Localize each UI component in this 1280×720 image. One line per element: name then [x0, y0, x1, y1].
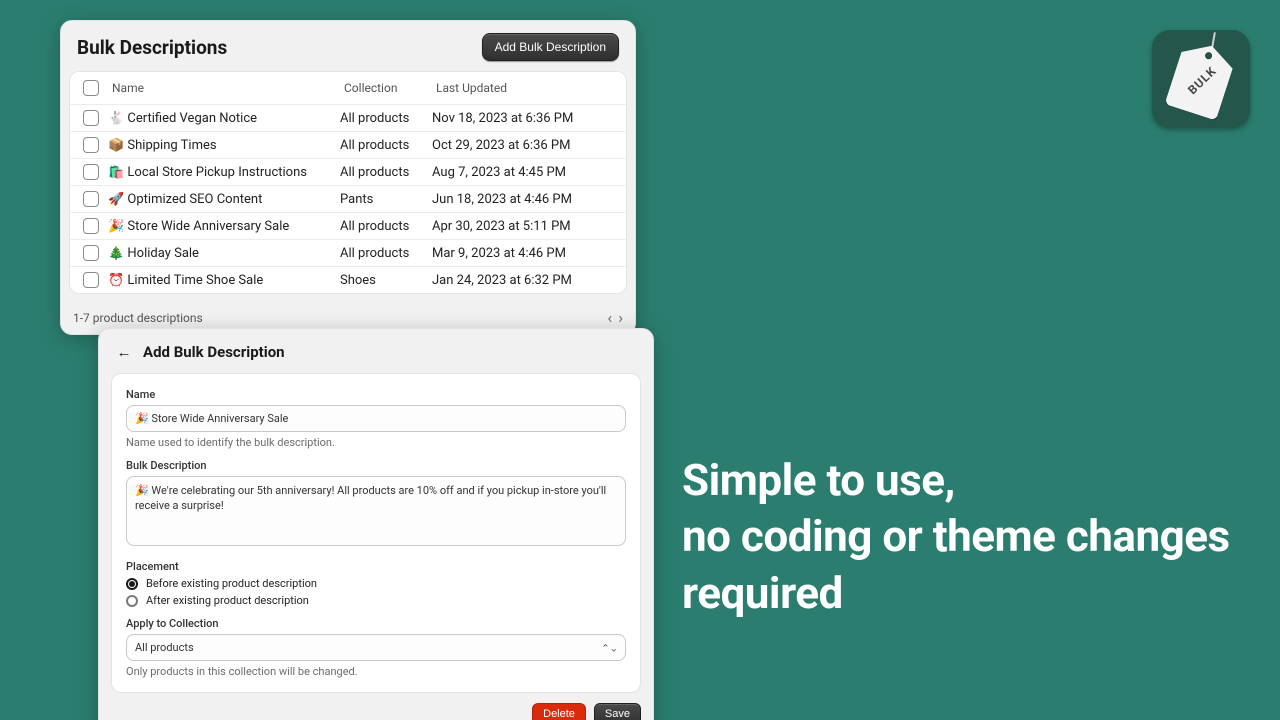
- delete-button[interactable]: Delete: [532, 703, 586, 720]
- row-collection: Pants: [340, 192, 432, 207]
- placement-after-radio[interactable]: [126, 595, 138, 607]
- app-icon: BULK: [1152, 30, 1250, 128]
- apply-collection-select[interactable]: All products: [126, 634, 626, 661]
- table-row[interactable]: 🐇 Certified Vegan NoticeAll productsNov …: [70, 105, 626, 132]
- row-checkbox[interactable]: [83, 272, 99, 288]
- placement-label: Placement: [126, 560, 626, 573]
- add-bulk-description-button[interactable]: Add Bulk Description: [482, 33, 619, 61]
- row-collection: All products: [340, 138, 432, 153]
- row-name: 📦 Shipping Times: [108, 138, 340, 153]
- row-collection: All products: [340, 111, 432, 126]
- row-name: 🐇 Certified Vegan Notice: [108, 111, 340, 126]
- row-collection: All products: [340, 219, 432, 234]
- marketing-headline: Simple to use,no coding or theme changes…: [682, 452, 1242, 621]
- pager: ‹ ›: [607, 310, 623, 326]
- add-bulk-description-card: ← Add Bulk Description Name Name used to…: [98, 328, 654, 720]
- row-updated: Apr 30, 2023 at 5:11 PM: [432, 219, 622, 234]
- placement-after-label: After existing product description: [146, 594, 309, 607]
- row-checkbox[interactable]: [83, 218, 99, 234]
- row-checkbox[interactable]: [83, 110, 99, 126]
- row-checkbox[interactable]: [83, 245, 99, 261]
- table-row[interactable]: 📦 Shipping TimesAll productsOct 29, 2023…: [70, 132, 626, 159]
- bulk-description-label: Bulk Description: [126, 459, 626, 472]
- name-input[interactable]: [126, 405, 626, 432]
- table-row[interactable]: ⏰ Limited Time Shoe SaleShoesJan 24, 202…: [70, 267, 626, 293]
- row-updated: Nov 18, 2023 at 6:36 PM: [432, 111, 622, 126]
- apply-collection-hint: Only products in this collection will be…: [126, 665, 626, 678]
- row-name: 🎉 Store Wide Anniversary Sale: [108, 219, 340, 234]
- row-collection: All products: [340, 165, 432, 180]
- list-header: Bulk Descriptions Add Bulk Description: [61, 21, 635, 71]
- column-name: Name: [108, 79, 340, 97]
- prev-page-button[interactable]: ‹: [607, 310, 612, 326]
- placement-before-label: Before existing product description: [146, 577, 317, 590]
- table-row[interactable]: 🛍️ Local Store Pickup InstructionsAll pr…: [70, 159, 626, 186]
- row-updated: Aug 7, 2023 at 4:45 PM: [432, 165, 622, 180]
- row-name: 🎄 Holiday Sale: [108, 246, 340, 261]
- page-title: Bulk Descriptions: [77, 36, 227, 59]
- row-checkbox[interactable]: [83, 191, 99, 207]
- table-row[interactable]: 🎉 Store Wide Anniversary SaleAll product…: [70, 213, 626, 240]
- row-collection: All products: [340, 246, 432, 261]
- row-name: 🚀 Optimized SEO Content: [108, 192, 340, 207]
- row-checkbox[interactable]: [83, 164, 99, 180]
- form-body: Name Name used to identify the bulk desc…: [111, 373, 641, 693]
- row-name: ⏰ Limited Time Shoe Sale: [108, 273, 340, 288]
- pagination-summary: 1-7 product descriptions: [73, 311, 203, 325]
- apply-collection-label: Apply to Collection: [126, 617, 626, 630]
- form-title: Add Bulk Description: [143, 343, 285, 361]
- column-updated: Last Updated: [432, 79, 622, 97]
- row-checkbox[interactable]: [83, 137, 99, 153]
- row-updated: Jan 24, 2023 at 6:32 PM: [432, 273, 622, 288]
- save-button[interactable]: Save: [594, 703, 641, 720]
- column-collection: Collection: [340, 79, 432, 97]
- price-tag-icon: BULK: [1165, 37, 1238, 120]
- bulk-descriptions-card: Bulk Descriptions Add Bulk Description N…: [60, 20, 636, 335]
- name-label: Name: [126, 388, 626, 401]
- placement-before-radio[interactable]: [126, 578, 138, 590]
- table-row[interactable]: 🎄 Holiday SaleAll productsMar 9, 2023 at…: [70, 240, 626, 267]
- row-name: 🛍️ Local Store Pickup Instructions: [108, 165, 340, 180]
- name-hint: Name used to identify the bulk descripti…: [126, 436, 626, 449]
- descriptions-table: Name Collection Last Updated 🐇 Certified…: [69, 71, 627, 294]
- select-all-checkbox[interactable]: [83, 80, 99, 96]
- back-arrow-icon[interactable]: ←: [115, 343, 133, 361]
- row-collection: Shoes: [340, 273, 432, 288]
- next-page-button[interactable]: ›: [618, 310, 623, 326]
- bulk-description-textarea[interactable]: 🎉 We're celebrating our 5th anniversary!…: [126, 476, 626, 546]
- table-row[interactable]: 🚀 Optimized SEO ContentPantsJun 18, 2023…: [70, 186, 626, 213]
- row-updated: Mar 9, 2023 at 4:46 PM: [432, 246, 622, 261]
- row-updated: Oct 29, 2023 at 6:36 PM: [432, 138, 622, 153]
- app-icon-text: BULK: [1185, 64, 1219, 97]
- row-updated: Jun 18, 2023 at 4:46 PM: [432, 192, 622, 207]
- table-header-row: Name Collection Last Updated: [70, 72, 626, 105]
